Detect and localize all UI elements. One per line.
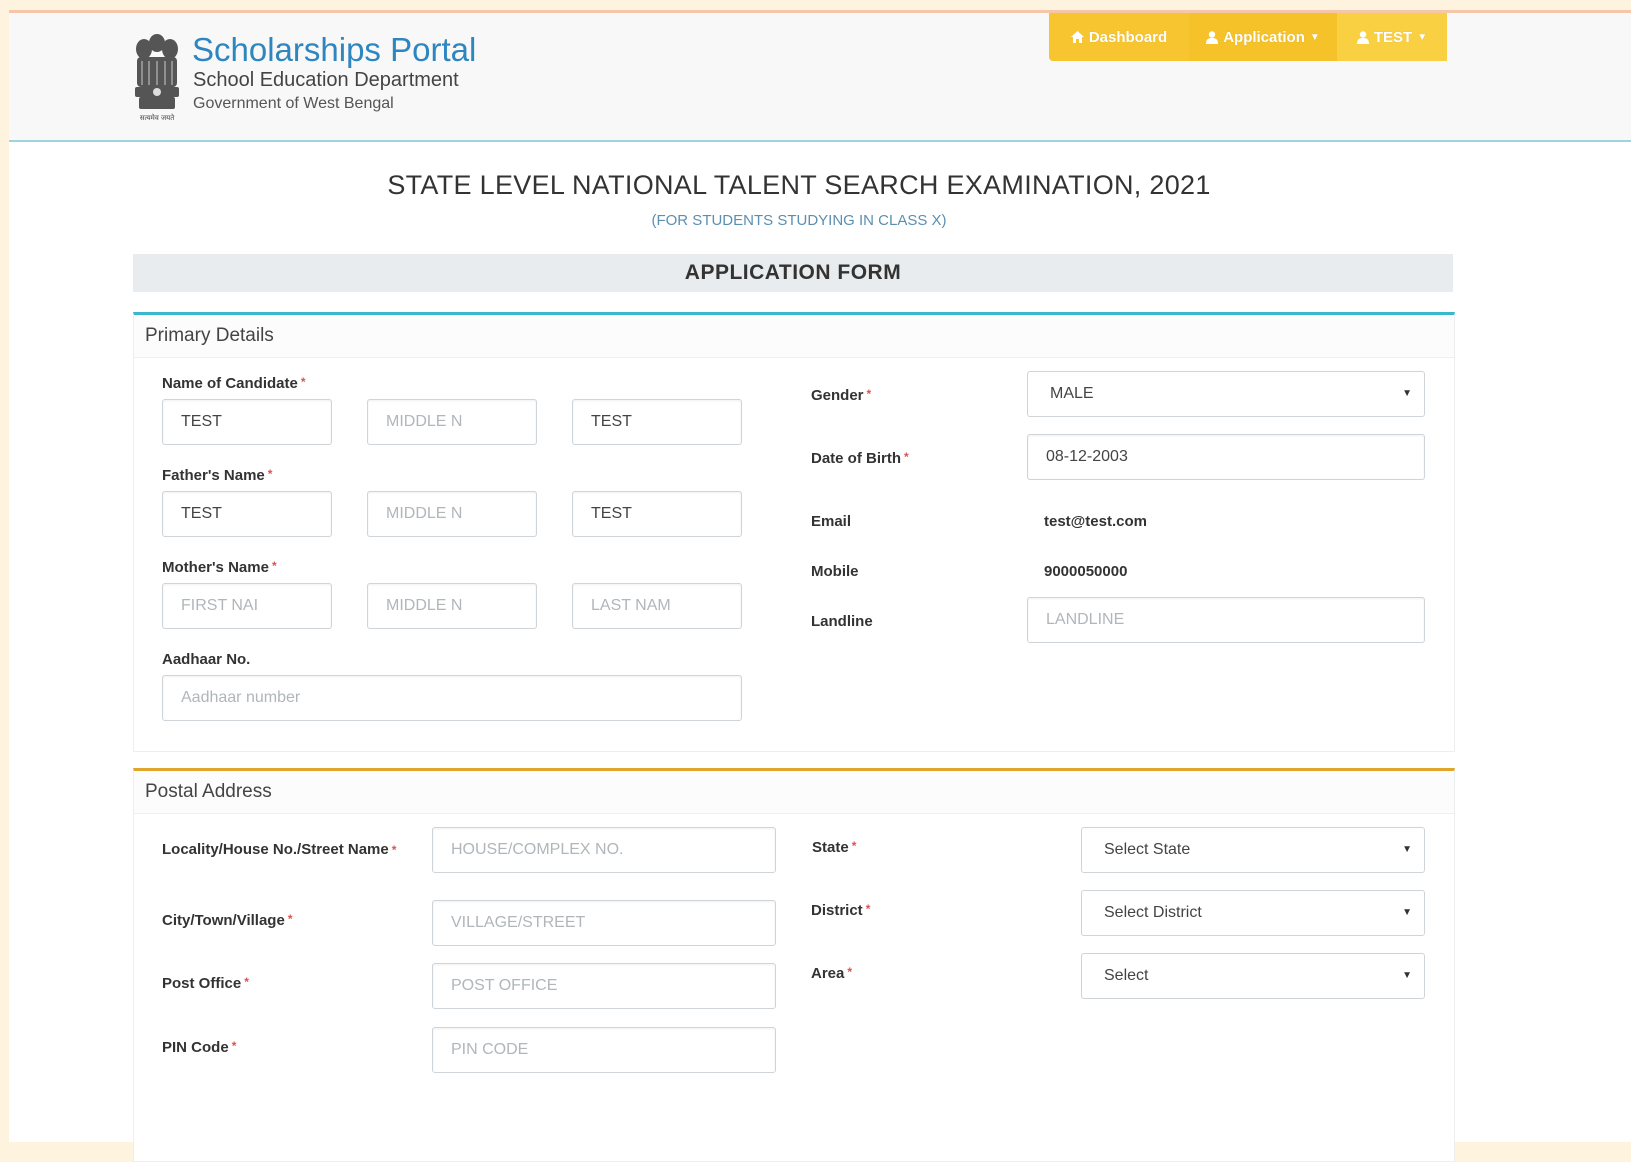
required-mark: * — [391, 843, 397, 857]
caret-down-icon: ▼ — [1417, 31, 1428, 43]
home-icon — [1070, 31, 1084, 43]
required-mark: * — [271, 559, 277, 573]
city-label: City/Town/Village * — [162, 912, 293, 929]
mother-name-label: Mother's Name * — [162, 559, 277, 576]
form-heading: APPLICATION FORM — [133, 254, 1453, 292]
mother-middle-name-input[interactable] — [367, 583, 537, 629]
locality-label: Locality/House No./Street Name * — [162, 841, 397, 858]
father-last-name-input[interactable] — [572, 491, 742, 537]
pin-code-input[interactable] — [432, 1027, 776, 1073]
email-value: test@test.com — [1044, 513, 1147, 530]
aadhaar-input[interactable] — [162, 675, 742, 721]
state-selected-value: Select State — [1104, 841, 1191, 858]
nav-application-dropdown[interactable]: Application ▼ — [1189, 13, 1337, 61]
postal-address-header: Postal Address — [134, 771, 1454, 814]
mobile-label: Mobile — [811, 563, 859, 580]
state-label: State * — [812, 839, 857, 856]
nav-user-label: TEST — [1373, 28, 1413, 46]
state-select[interactable]: Select State ▼ — [1081, 827, 1425, 873]
required-mark: * — [904, 450, 909, 464]
dob-input[interactable] — [1027, 434, 1425, 480]
dropdown-arrow-icon: ▼ — [1402, 388, 1412, 399]
dropdown-arrow-icon: ▼ — [1402, 970, 1412, 981]
candidate-last-name-input[interactable] — [572, 399, 742, 445]
pin-code-label: PIN Code * — [162, 1039, 237, 1056]
candidate-middle-name-input[interactable] — [367, 399, 537, 445]
city-input[interactable] — [432, 900, 776, 946]
required-mark: * — [866, 387, 872, 401]
emblem-motto: सत्यमेव जयते — [140, 113, 175, 122]
father-middle-name-input[interactable] — [367, 491, 537, 537]
father-name-label: Father's Name * — [162, 467, 273, 484]
required-mark: * — [847, 965, 853, 979]
district-selected-value: Select District — [1104, 904, 1202, 921]
candidate-first-name-input[interactable] — [162, 399, 332, 445]
father-first-name-input[interactable] — [162, 491, 332, 537]
landline-label: Landline — [811, 613, 873, 630]
required-mark: * — [244, 975, 249, 989]
gender-label: Gender * — [811, 387, 872, 404]
mobile-value: 9000050000 — [1044, 563, 1128, 580]
required-mark: * — [300, 375, 306, 389]
nav-user-dropdown[interactable]: TEST ▼ — [1337, 13, 1447, 61]
post-office-input[interactable] — [432, 963, 776, 1009]
primary-details-panel: Primary Details Name of Candidate* Fathe… — [133, 312, 1455, 752]
required-mark: * — [267, 467, 273, 481]
required-mark: * — [851, 839, 857, 853]
postal-address-title: Postal Address — [145, 781, 272, 802]
aadhaar-label: Aadhaar No. — [162, 651, 251, 668]
gender-select[interactable]: MALE ▼ — [1027, 371, 1425, 417]
area-select[interactable]: Select ▼ — [1081, 953, 1425, 999]
post-office-label: Post Office * — [162, 975, 249, 992]
primary-details-header: Primary Details — [134, 315, 1454, 358]
exam-subtitle: (FOR STUDENTS STUDYING IN CLASS X) — [651, 212, 947, 229]
nav-dashboard-label: Dashboard — [1088, 28, 1168, 46]
district-select[interactable]: Select District ▼ — [1081, 890, 1425, 936]
gender-selected-value: MALE — [1050, 385, 1094, 402]
nav-application-label: Application — [1223, 28, 1305, 46]
candidate-name-label: Name of Candidate * — [162, 375, 306, 392]
user-icon — [1206, 30, 1219, 44]
mother-last-name-input[interactable] — [572, 583, 742, 629]
dropdown-arrow-icon: ▼ — [1402, 907, 1412, 918]
government-name: Government of West Bengal — [193, 95, 394, 112]
top-nav: Dashboard Application ▼ TEST ▼ — [1049, 13, 1447, 61]
required-mark: * — [231, 1039, 237, 1053]
district-label: District * — [811, 902, 871, 919]
required-mark: * — [865, 902, 871, 916]
nav-dashboard[interactable]: Dashboard — [1049, 13, 1189, 61]
exam-title: STATE LEVEL NATIONAL TALENT SEARCH EXAMI… — [387, 170, 1211, 200]
dob-label: Date of Birth * — [811, 450, 909, 467]
dropdown-arrow-icon: ▼ — [1402, 844, 1412, 855]
postal-address-panel: Postal Address Locality/House No./Street… — [133, 768, 1455, 1162]
site-header: सत्यमेव जयते Scholarships Portal School … — [9, 13, 1631, 142]
required-mark: * — [287, 912, 293, 926]
email-label: Email — [811, 513, 852, 530]
primary-details-title: Primary Details — [145, 325, 274, 346]
landline-input[interactable] — [1027, 597, 1425, 643]
mother-first-name-input[interactable] — [162, 583, 332, 629]
department-name: School Education Department — [193, 69, 459, 91]
locality-input[interactable] — [432, 827, 776, 873]
page-frame: सत्यमेव जयते Scholarships Portal School … — [9, 10, 1631, 1162]
caret-down-icon: ▼ — [1309, 31, 1320, 43]
area-selected-value: Select — [1104, 967, 1149, 984]
national-emblem-logo: सत्यमेव जयते — [135, 34, 179, 122]
user-icon — [1356, 30, 1369, 44]
area-label: Area * — [811, 965, 853, 982]
portal-title[interactable]: Scholarships Portal — [192, 31, 476, 69]
